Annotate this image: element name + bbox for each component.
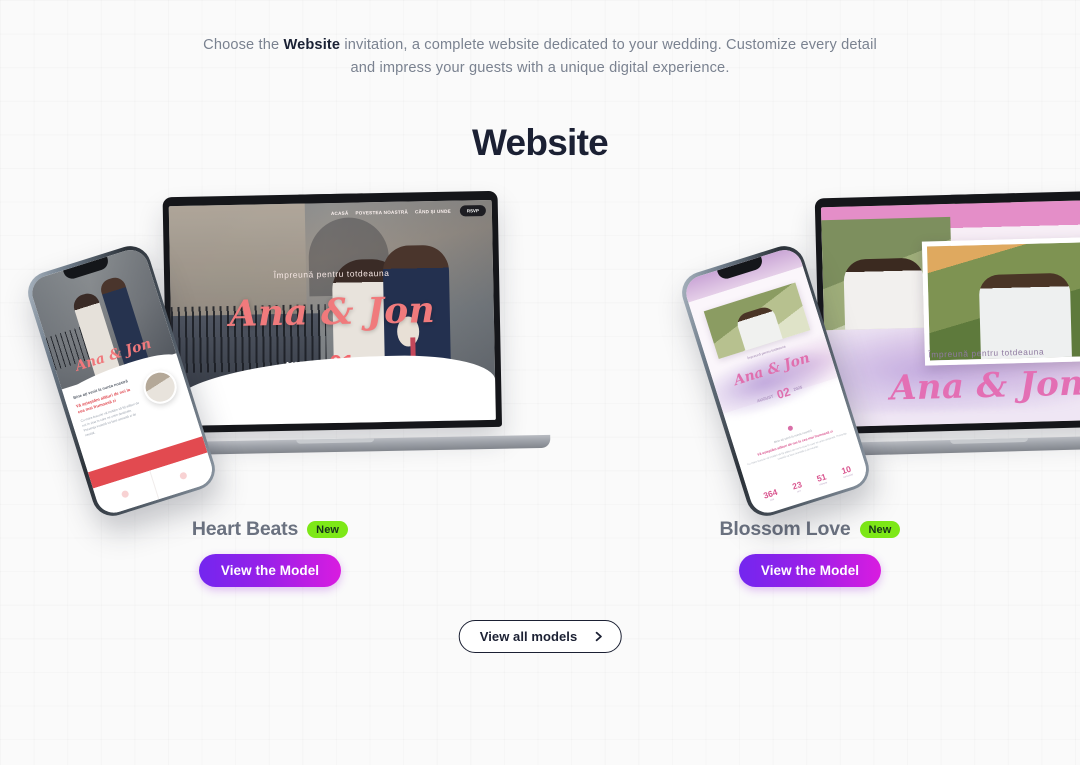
countdown-unit: 23 ore <box>791 480 804 495</box>
view-all-models-button[interactable]: View all models <box>458 620 622 653</box>
page-title: Website <box>471 122 609 163</box>
view-all-models-label: View all models <box>479 629 578 644</box>
model-card-footer: Blossom Love New View the Model <box>540 518 1080 587</box>
model-title-row: Heart Beats New <box>191 518 349 541</box>
countdown-unit: 51 minute <box>816 472 829 487</box>
laptop-mockup: ACASĂ POVESTEA NOASTRĂ CÂND ȘI UNDE RSVP… <box>119 190 551 457</box>
intro-text-after: invitation, a complete website dedicated… <box>340 37 877 76</box>
mobile-date-month: AUGUST <box>756 393 774 404</box>
laptop-camera-notch <box>298 193 363 204</box>
countdown-label: secunde <box>843 473 854 480</box>
laptop-camera-notch <box>950 193 1015 204</box>
model-card-footer: Heart Beats New View the Model <box>0 518 540 587</box>
device-mockup-group: ACASĂ POVESTEA NOASTRĂ CÂND ȘI UNDE RSVP… <box>0 180 551 522</box>
intro-text-before: Choose the <box>203 37 284 53</box>
laptop-lid: ACASĂ POVESTEA NOASTRĂ CÂND ȘI UNDE RSVP… <box>162 190 503 434</box>
status-badge-new: New <box>307 521 349 538</box>
mobile-date-year: 2025 <box>792 384 803 392</box>
preview-couple-names: Ana & Jon <box>889 363 1080 409</box>
preview-nav-item-home: ACASĂ <box>330 210 349 217</box>
model-card-list: ACASĂ POVESTEA NOASTRĂ CÂND ȘI UNDE RSVP… <box>0 180 1080 600</box>
preview-nav-item-story: POVESTEA NOASTRĂ <box>355 209 409 216</box>
laptop-lid: Împreună pentru totdeauna Ana & Jon <box>814 189 1080 435</box>
countdown-unit: 364 zile <box>762 487 779 504</box>
mobile-content-section: Bine ați venit la nunta noastră Vă aștep… <box>732 408 856 474</box>
preview-nav-item-when-where: CÂND ȘI UNDE <box>414 208 451 215</box>
countdown-label: minute <box>819 481 828 487</box>
model-card: ACASĂ POVESTEA NOASTRĂ CÂND ȘI UNDE RSVP… <box>0 180 551 600</box>
countdown-unit: 10 secunde <box>840 464 854 480</box>
website-hero-heart-beats: ACASĂ POVESTEA NOASTRĂ CÂND ȘI UNDE RSVP… <box>168 199 496 427</box>
model-title-row: Blossom Love New <box>720 518 901 541</box>
chevron-right-icon <box>591 630 604 643</box>
model-card: Împreună pentru totdeauna Ana & Jon Împr… <box>540 180 1080 600</box>
status-badge-new: New <box>859 521 901 538</box>
device-mockup-group: Împreună pentru totdeauna Ana & Jon Împr… <box>540 180 1080 522</box>
laptop-screen: Împreună pentru totdeauna Ana & Jon <box>820 198 1080 428</box>
preview-nav-rsvp-button: RSVP <box>459 205 486 217</box>
model-name: Blossom Love <box>719 518 851 540</box>
model-name: Heart Beats <box>191 518 299 540</box>
intro-highlight: Website <box>283 37 341 53</box>
preview-nav: ACASĂ POVESTEA NOASTRĂ CÂND ȘI UNDE RSVP <box>331 205 486 219</box>
section-description: Choose the Website invitation, a complet… <box>200 34 880 79</box>
view-the-model-button[interactable]: View the Model <box>198 554 342 587</box>
mobile-content-ornament <box>787 425 794 432</box>
website-hero-blossom-love: Împreună pentru totdeauna Ana & Jon <box>820 198 1080 428</box>
preview-couple-names: Ana & Jon <box>229 289 436 335</box>
view-the-model-button[interactable]: View the Model <box>738 554 882 587</box>
laptop-mockup: Împreună pentru totdeauna Ana & Jon <box>773 189 1080 458</box>
laptop-screen: ACASĂ POVESTEA NOASTRĂ CÂND ȘI UNDE RSVP… <box>168 199 496 427</box>
mobile-countdown: 364 zile 23 ore 51 minute 10 secunde <box>749 460 867 508</box>
page-root: Choose the Website invitation, a complet… <box>0 0 1080 765</box>
